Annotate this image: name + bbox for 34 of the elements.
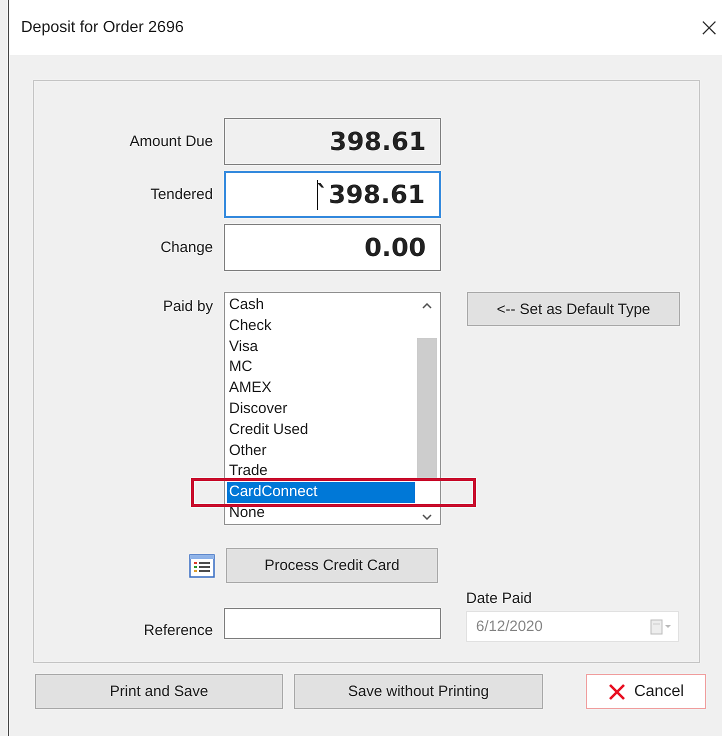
list-item[interactable]: CardConnect [227, 482, 415, 503]
list-icon[interactable] [189, 554, 215, 578]
field-label: Reference [144, 622, 213, 639]
list-item[interactable]: None [227, 502, 415, 524]
field-label: Change [160, 239, 213, 256]
close-icon [608, 682, 626, 700]
dialog-button[interactable]: Save without Printing [294, 674, 543, 709]
process-credit-card-button[interactable]: Process Credit Card [226, 548, 438, 583]
amount-due-field[interactable]: 398.61 [224, 118, 441, 165]
payment-type-list[interactable]: Cash Check Visa MC AMEX Discover Credit Used Other Trade CardConnect None [224, 292, 441, 525]
dialog-button[interactable]: Print and Save [35, 674, 283, 709]
scroll-up-icon[interactable] [422, 303, 432, 309]
tendered-field[interactable]: `398.61 [224, 171, 441, 218]
field-label: Paid by [162, 298, 213, 315]
field-label: Tendered [150, 186, 213, 203]
list-item[interactable]: Trade [227, 461, 415, 482]
cancel-button[interactable]: Cancel [586, 674, 706, 709]
window-title: Deposit for Order 2696 [21, 18, 184, 36]
list-item[interactable]: Cash [227, 295, 415, 316]
field-label: Amount Due [130, 133, 213, 150]
scroll-down-icon[interactable] [422, 514, 432, 520]
list-item[interactable]: Visa [227, 336, 415, 358]
list-item[interactable]: Check [227, 316, 415, 337]
scrollbar-thumb[interactable] [417, 338, 437, 478]
list-item[interactable]: MC [227, 357, 415, 378]
list-item[interactable]: AMEX [227, 378, 415, 399]
field-label: Date Paid [466, 590, 533, 607]
list-item[interactable]: Discover [227, 398, 415, 420]
change-field[interactable]: 0.00 [224, 224, 441, 271]
close-button[interactable]: × [696, 14, 722, 40]
set-default-button[interactable]: <-- Set as Default Type [467, 292, 680, 326]
list-item[interactable]: Credit Used [227, 420, 415, 441]
list-item[interactable]: Other [227, 440, 415, 462]
reference-field[interactable] [224, 608, 441, 639]
